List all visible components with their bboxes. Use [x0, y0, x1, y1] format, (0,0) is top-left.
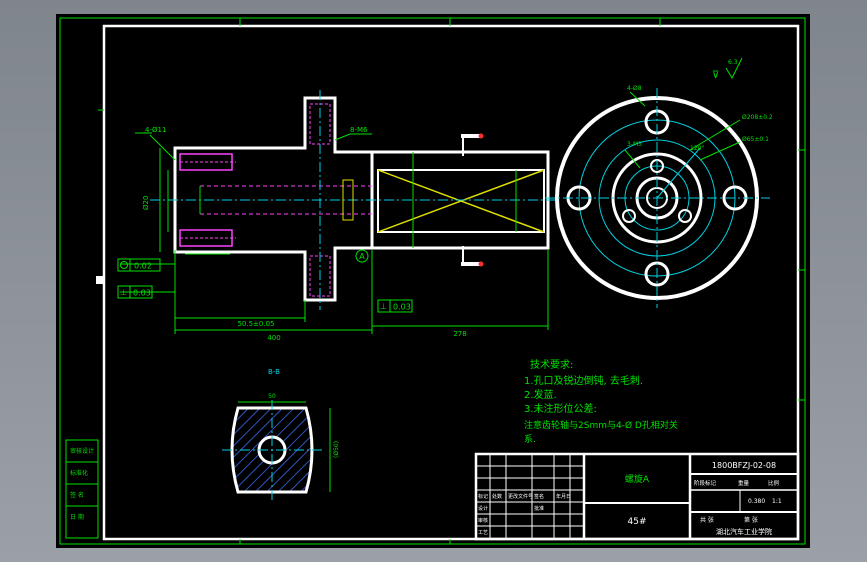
tech-line-5: 系.: [524, 434, 536, 445]
tol-flat-value: 0.02: [134, 262, 152, 271]
section-arrow-top: [461, 134, 481, 138]
tb-sign: 签名: [534, 493, 544, 500]
tech-heading: 技术要求:: [530, 358, 573, 371]
cad-viewport[interactable]: 审核设计 标准化 签 名 日 期 4-Ø11 8-M6 50.5±0.05 40…: [0, 0, 867, 562]
dim-len-total: 278: [453, 330, 466, 338]
svg-text:⊥: ⊥: [380, 302, 387, 311]
tb-zone: 更改文件号: [508, 493, 533, 500]
part-name: 螺旋A: [625, 473, 650, 485]
drawing-sheet: [56, 14, 810, 548]
tech-line-2: 2.发蓝.: [524, 388, 557, 401]
perpendicularity-callout: ⊥ 0.03: [117, 285, 153, 299]
section-marker-dot: [478, 133, 484, 139]
svg-text:A: A: [359, 252, 365, 261]
dim-section-height: (Ø50): [333, 441, 340, 458]
tb-process: 工艺: [478, 530, 488, 536]
tech-line-3: 3.未注形位公差:: [524, 402, 597, 415]
tb-approve: 批准: [534, 505, 544, 512]
svg-text:0.03: 0.03: [393, 303, 411, 312]
tb-weight-val: 0.380: [748, 498, 765, 505]
tech-line-4: 注意齿轮轴与2Smm与4-Ø D孔相对关: [524, 419, 678, 431]
section-marker-dot: [478, 261, 484, 267]
section-arrow-bottom: [461, 262, 481, 266]
dim-pitch: 4-Ø8: [627, 85, 642, 92]
margin-label-3: 签 名: [70, 491, 84, 499]
school-name: 湖北汽车工业学院: [716, 527, 772, 536]
tech-line-1: 1.孔口及锐边倒钝, 去毛刺.: [524, 374, 643, 387]
margin-label-2: 标准化: [70, 469, 88, 477]
tb-design: 设计: [478, 505, 488, 512]
tb-count: 处数: [492, 493, 502, 500]
dim-len-part: 400: [267, 334, 280, 342]
tb-sheets: 共 张: [700, 516, 714, 524]
dim-hole3: 3-M5: [627, 141, 642, 148]
scale: 1:1: [772, 498, 782, 505]
svg-text:6.3: 6.3: [728, 59, 738, 66]
svg-text:⊽: ⊽: [712, 70, 719, 81]
margin-label-1: 审核设计: [70, 447, 94, 455]
section-label: B-B: [268, 368, 280, 376]
dim-pcd-outer: Ø208±0.2: [742, 114, 773, 121]
right-tolerance-callout: ⊥ 0.03: [377, 299, 413, 313]
dim-pcd-inner: Ø65±0.1: [742, 136, 769, 143]
material: 45#: [628, 517, 647, 527]
tb-check: 审核: [478, 517, 488, 524]
dim-tap: 8-M6: [350, 126, 368, 134]
dim-dia-upper: 4-Ø11: [145, 126, 166, 134]
svg-text:⊥: ⊥: [120, 288, 127, 297]
dim-angle: 120°: [690, 145, 704, 152]
dim-section-width: 50: [268, 393, 276, 400]
dim-shoulder: 50.5±0.05: [237, 320, 274, 328]
tb-weight: 重量: [738, 479, 750, 487]
tb-date: 年月日: [556, 493, 571, 500]
tb-mark: 标记: [478, 493, 488, 500]
part-number: 1800BFZJ-02-08: [712, 461, 776, 470]
drawing-canvas[interactable]: 审核设计 标准化 签 名 日 期 4-Ø11 8-M6 50.5±0.05 40…: [0, 0, 867, 562]
dim-bore: Ø20: [142, 196, 150, 210]
tb-stage: 阶段标记: [694, 479, 717, 487]
tb-sheet: 第 张: [744, 516, 758, 524]
tol-perp-value: 0.03: [133, 289, 151, 298]
tb-ratio: 比例: [768, 479, 780, 487]
margin-label-4: 日 期: [70, 513, 84, 521]
frame-marker: [96, 276, 104, 284]
